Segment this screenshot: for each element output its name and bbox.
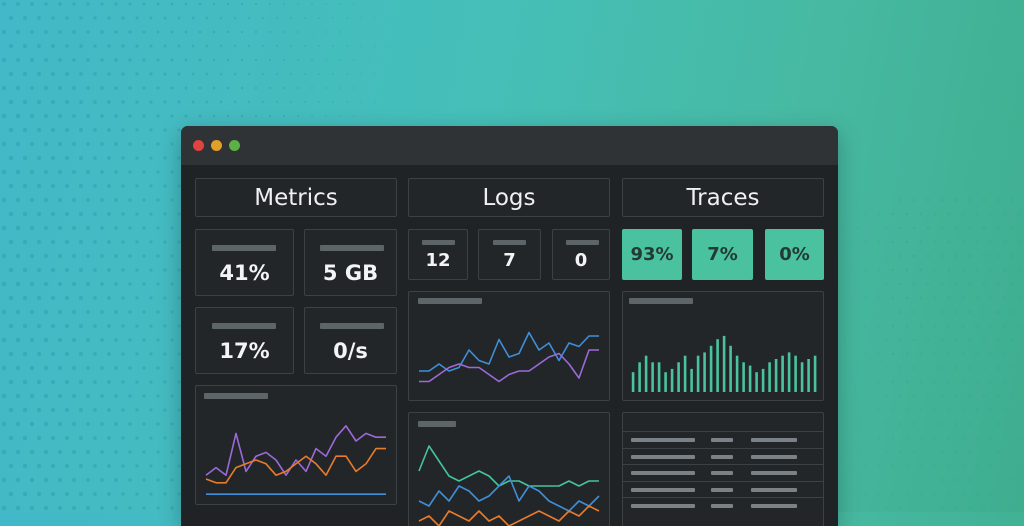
metrics-title: Metrics: [254, 184, 338, 211]
logs-line-chart-2: [418, 445, 600, 526]
series-line-0: [418, 445, 599, 487]
logs-header: Logs: [408, 178, 610, 217]
histogram-bar: [664, 372, 667, 392]
histogram-bar: [787, 352, 791, 392]
table-cell-placeholder: [711, 487, 733, 492]
table-cell-placeholder: [751, 454, 797, 459]
histogram-bar: [800, 362, 804, 392]
traces-header: Traces: [622, 178, 824, 217]
table-cell-placeholder: [751, 471, 797, 475]
histogram-bar: [657, 362, 661, 392]
table-row[interactable]: [623, 447, 823, 465]
title-bar: [181, 126, 838, 165]
metrics-stat-card: 5 GB: [304, 229, 397, 296]
traces-histogram-panel: [622, 291, 824, 401]
traces-table-panel: [622, 412, 824, 526]
traces-title: Traces: [686, 184, 760, 211]
series-line-0: [419, 331, 599, 372]
logs-stat-value: 12: [425, 250, 451, 271]
histogram-bar: [755, 372, 758, 392]
traces-bar-chart: [631, 335, 817, 392]
table-cell-placeholder: [711, 471, 733, 475]
logs-stat-card: 7: [478, 229, 541, 280]
histogram-bar: [690, 368, 693, 392]
table-cell-placeholder: [631, 487, 695, 492]
metrics-stat-value: 17%: [219, 339, 270, 363]
traces-stat-value: 0%: [779, 244, 810, 265]
histogram-bar: [794, 355, 797, 392]
histogram-bar: [813, 355, 817, 392]
histogram-bar: [729, 345, 732, 392]
table-row[interactable]: [623, 464, 823, 481]
table-cell-placeholder: [711, 454, 733, 459]
table-row[interactable]: [623, 431, 823, 448]
metrics-stat-value: 41%: [219, 261, 270, 285]
metrics-header: Metrics: [195, 178, 397, 217]
minimize-button[interactable]: [211, 140, 222, 151]
close-button[interactable]: [193, 140, 204, 151]
table-cell-placeholder: [751, 504, 797, 508]
table-cell-placeholder: [751, 487, 797, 492]
histogram-bar: [722, 335, 726, 392]
histogram-bar: [781, 355, 784, 392]
series-line-0: [205, 424, 386, 476]
maximize-button[interactable]: [229, 140, 240, 151]
traces-stat-value: 7%: [707, 244, 738, 265]
logs-stat-card: 12: [408, 229, 468, 280]
histogram-bar: [709, 345, 713, 392]
table-cell-placeholder: [751, 438, 797, 442]
histogram-bar: [748, 365, 752, 392]
dashboard-window: Metrics 41% 5 GB 17% 0/s Logs 12 7 0 Tra…: [181, 126, 838, 526]
metrics-line-chart: [205, 424, 386, 495]
histogram-bar: [670, 368, 674, 392]
histogram-bar: [774, 359, 778, 392]
table-cell-placeholder: [631, 438, 695, 442]
table-cell-placeholder: [711, 504, 733, 508]
metrics-stat-card: 41%: [195, 229, 294, 296]
traces-stat-value: 93%: [630, 244, 674, 265]
metrics-stat-card: 17%: [195, 307, 294, 374]
logs-chart-panel: [408, 291, 610, 401]
histogram-bar: [683, 355, 687, 392]
histogram-bar: [644, 355, 648, 392]
logs-chart-panel-2: [408, 412, 610, 526]
table-cell-placeholder: [631, 471, 695, 475]
metrics-stat-card: 0/s: [304, 307, 397, 374]
traces-stat-badge: 7%: [692, 229, 753, 280]
histogram-bar: [651, 362, 654, 392]
histogram-bar: [735, 355, 739, 392]
histogram-bar: [677, 362, 680, 392]
metrics-chart-panel: [195, 385, 397, 505]
table-row[interactable]: [623, 480, 823, 498]
logs-stat-value: 7: [503, 250, 516, 271]
histogram-bar: [631, 372, 635, 392]
table-cell-placeholder: [631, 504, 695, 508]
table-cell-placeholder: [711, 438, 733, 442]
histogram-bar: [742, 362, 745, 392]
histogram-bar: [703, 352, 706, 392]
histogram-bar: [696, 355, 700, 392]
logs-line-chart: [419, 331, 599, 383]
traces-stat-badge: 0%: [765, 229, 824, 280]
metrics-stat-value: 0/s: [333, 339, 368, 363]
histogram-bar: [807, 359, 810, 392]
logs-stat-card: 0: [552, 229, 610, 280]
traces-stat-badge: 93%: [622, 229, 682, 280]
histogram-bar: [716, 339, 719, 392]
table-cell-placeholder: [631, 454, 695, 459]
series-line-1: [205, 447, 386, 484]
table-row[interactable]: [623, 497, 823, 514]
histogram-bar: [638, 362, 641, 392]
series-line-1: [419, 349, 599, 383]
metrics-stat-value: 5 GB: [322, 261, 379, 285]
logs-title: Logs: [482, 184, 536, 211]
histogram-bar: [761, 368, 765, 392]
histogram-bar: [768, 362, 771, 392]
logs-stat-value: 0: [574, 250, 588, 271]
